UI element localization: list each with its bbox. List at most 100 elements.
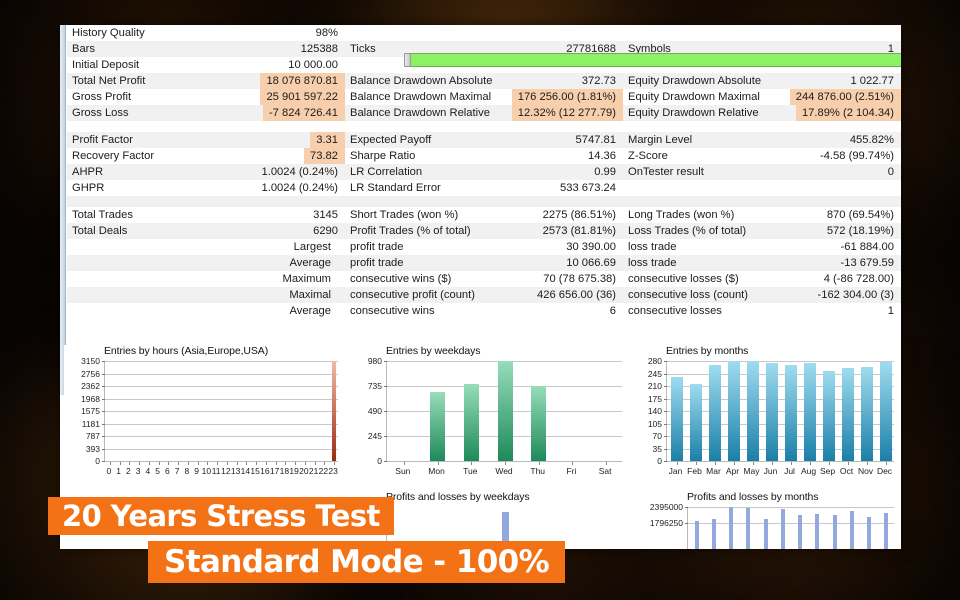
chart-x-tick-label: Jan [668, 466, 683, 476]
table-cell-value: 1.0024 (0.24%) [261, 166, 339, 178]
table-cell-value: -61 884.00 [840, 241, 895, 253]
chart-x-tick-label: 3 [135, 466, 141, 476]
chart-x-tickmark [315, 462, 316, 465]
chart-bar [815, 514, 819, 549]
chart-bar [884, 513, 888, 549]
table-cell-value: 1 [887, 305, 894, 317]
chart-y-tick-label: 393 [85, 444, 100, 454]
table-cell: Sharpe Ratio 14.36 [345, 148, 623, 164]
table-cell-value [338, 239, 345, 255]
chart-x-tickmark [734, 462, 735, 465]
table-cell-value: 17.89% (2 104.34) [795, 105, 901, 121]
table-cell-label: OnTester result [628, 166, 704, 178]
chart-y-tickmark [664, 411, 667, 412]
table-cell-value: 533 673.24 [560, 182, 616, 194]
table-cell-label: Average [289, 305, 331, 317]
table-cell-value: 18 076 870.81 [260, 73, 345, 89]
table-cell-value: 4 (-86 728.00) [823, 273, 894, 285]
table-cell-value: 10 066.69 [566, 257, 616, 269]
chart-x-tickmark [572, 462, 573, 465]
chart-x-tick-label: Mar [706, 466, 721, 476]
table-cell-value: 426 656.00 (36) [537, 289, 616, 301]
table-row: Maximum consecutive wins ($) 70 (78 675.38… [67, 271, 901, 287]
chart-x-tick-label: 4 [145, 466, 151, 476]
chart-y-tick-label: 735 [367, 381, 382, 391]
table-cell: Total Deals 6290 [67, 223, 345, 239]
table-row: History Quality 98% [67, 25, 901, 41]
chart-x-tickmark [198, 462, 199, 465]
chart-x-tickmark [606, 462, 607, 465]
chart-y-tick-label: 490 [367, 406, 382, 416]
table-cell: profit trade 30 390.00 [345, 239, 623, 255]
table-cell: Loss Trades (% of total) 572 (18.19%) [623, 223, 901, 239]
chart-bar [850, 511, 854, 549]
chart-x-tickmark [246, 462, 247, 465]
chart-bar [464, 384, 479, 461]
table-row: Gross Profit 25 901 597.22 Balance Drawdow… [67, 89, 901, 105]
chart-x-tickmark [159, 462, 160, 465]
table-cell-value: 1 022.77 [850, 75, 894, 87]
chart-gridline [667, 361, 894, 362]
chart-y-tickmark [664, 449, 667, 450]
chart-x-tick-label: 0 [106, 466, 112, 476]
table-cell-label: Expected Payoff [350, 134, 432, 146]
table-cell-value: 176 256.00 (1.81%) [511, 89, 623, 105]
chart-y-tick-label: 70 [652, 431, 662, 441]
table-cell: consecutive loss (count) -162 304.00 (3) [623, 287, 901, 303]
chart-x-tick-label: 12 [221, 466, 231, 476]
table-cell: Z-Score -4.58 (99.74%) [623, 148, 901, 164]
table-cell-value: 572 (18.19%) [826, 225, 894, 237]
table-cell: OnTester result 0 [623, 164, 901, 180]
chart-gridline [105, 411, 338, 412]
chart-x-tick-label: Dec [876, 466, 893, 476]
table-cell-value [338, 255, 345, 271]
table-cell-label: consecutive wins [350, 305, 435, 317]
chart-x-tickmark [404, 462, 405, 465]
chart-x-tickmark [188, 462, 189, 465]
chart-bar [712, 519, 716, 549]
chart-bar [671, 377, 683, 461]
overlay-banner-title: 20 Years Stress Test [48, 497, 394, 535]
chart-x-tick-label: 16 [260, 466, 270, 476]
table-cell-label: consecutive losses [628, 305, 722, 317]
table-cell-value [616, 25, 623, 41]
chart-x-tick-label: Jul [784, 466, 795, 476]
table-cell-value: 0.99 [594, 166, 616, 178]
table-row: Average consecutive wins 6 consecutive loss… [67, 303, 901, 319]
table-cell: loss trade -61 884.00 [623, 239, 901, 255]
table-cell-label: Loss Trades (% of total) [628, 225, 747, 237]
chart-bar [531, 386, 546, 461]
chart-bar [781, 509, 785, 549]
table-cell: GHPR 1.0024 (0.24%) [67, 180, 345, 196]
chart-bar [332, 361, 336, 461]
chart-y-tickmark [102, 436, 105, 437]
table-cell-value: 455.82% [849, 134, 894, 146]
table-cell: consecutive profit (count) 426 656.00 (36… [345, 287, 623, 303]
chart-y-tickmark [685, 523, 688, 524]
chart-x-tick-label: 2 [126, 466, 131, 476]
report-scrollbar[interactable] [60, 25, 66, 395]
table-row: Profit Factor 3.31 Expected Payoff 5747.81 M… [67, 132, 901, 148]
chart-x-tick-label: 13 [230, 466, 241, 476]
table-cell-value [338, 287, 345, 303]
chart-y-tick-label: 210 [647, 381, 662, 391]
chart-x-tick-label: 23 [328, 466, 338, 476]
table-cell-label: Largest [293, 241, 331, 253]
table-cell-value: 5747.81 [575, 134, 616, 146]
chart-x-tickmark [791, 462, 792, 465]
chart-y-tick-label: 175 [647, 394, 662, 404]
table-cell-value: -162 304.00 (3) [817, 289, 895, 301]
table-row: Total Deals 6290 Profit Trades (% of total… [67, 223, 901, 239]
table-row: Recovery Factor 73.82 Sharpe Ratio 14.36 Z-S… [67, 148, 901, 164]
table-cell-label: Equity Drawdown Maximal [628, 91, 760, 103]
table-cell-value: 125388 [300, 43, 338, 55]
chart-x-tick-label: Apr [725, 466, 740, 476]
chart-y-tick-label: 105 [647, 419, 662, 429]
chart-x-tickmark [471, 462, 472, 465]
table-cell-label: Equity Drawdown Absolute [628, 75, 762, 87]
chart-y-tickmark [102, 424, 105, 425]
table-cell: consecutive losses ($) 4 (-86 728.00) [623, 271, 901, 287]
table-cell: Equity Drawdown Relative 17.89% (2 104.34… [623, 105, 901, 121]
table-cell-label: Maximal [289, 289, 331, 301]
table-row: Largest profit trade 30 390.00 loss trade -6… [67, 239, 901, 255]
